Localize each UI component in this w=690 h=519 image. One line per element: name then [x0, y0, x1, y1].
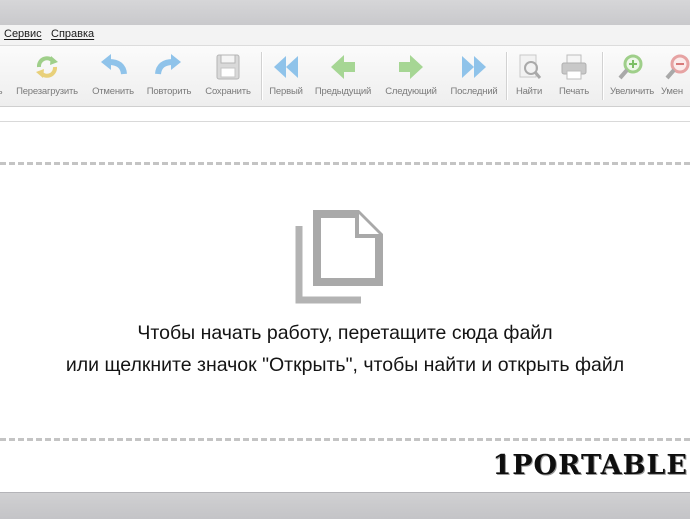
- reload-button[interactable]: Перезагрузить: [8, 46, 86, 106]
- previous-page-button[interactable]: Предыдущий: [308, 46, 378, 106]
- watermark-logo: 1PORTABLE: [492, 450, 688, 481]
- toolbar-separator: [602, 52, 604, 100]
- toolbar-label: Следующий: [385, 86, 437, 97]
- toolbar-label: Найти: [515, 86, 543, 97]
- zoom-out-button[interactable]: Умен: [659, 46, 690, 106]
- last-page-button[interactable]: Последний: [444, 46, 504, 106]
- next-page-icon: [399, 55, 423, 79]
- zoom-in-icon: [618, 54, 643, 80]
- toolbar-label: Повторить: [146, 86, 192, 97]
- toolbar-label: Первый: [269, 86, 303, 97]
- toolbar-label: Перезагрузить: [16, 86, 78, 97]
- toolbar: ь Перезагрузить Отменить Повторить Сохр: [0, 46, 690, 107]
- last-page-icon: [462, 56, 486, 78]
- drop-zone-top-border: [0, 162, 690, 165]
- toolbar-label: Отменить: [92, 86, 134, 97]
- drop-zone-bottom-border: [0, 438, 690, 441]
- first-page-icon: [274, 56, 298, 78]
- toolbar-label: ь: [0, 86, 8, 97]
- drop-zone[interactable]: Чтобы начать работу, перетащите сюда фай…: [0, 122, 690, 492]
- toolbar-bottom-strip: [0, 107, 690, 122]
- zoom-out-icon: [665, 54, 690, 80]
- reload-icon: [36, 56, 58, 78]
- redo-button[interactable]: Повторить: [140, 46, 198, 106]
- toolbar-label: Предыдущий: [314, 86, 372, 97]
- undo-button[interactable]: Отменить: [86, 46, 140, 106]
- save-button[interactable]: Сохранить: [198, 46, 258, 106]
- drop-zone-message-line2: или щелкните значок "Открыть", чтобы най…: [65, 354, 625, 376]
- menu-item-help[interactable]: Справка: [51, 28, 94, 40]
- find-button[interactable]: Найти: [509, 46, 549, 106]
- first-page-button[interactable]: Первый: [264, 46, 308, 106]
- redo-icon: [155, 54, 181, 75]
- documents-icon: [295, 210, 383, 304]
- zoom-in-button[interactable]: Увеличить: [605, 46, 659, 106]
- toolbar-separator: [261, 52, 263, 100]
- menu-item-service[interactable]: Сервис: [4, 28, 42, 40]
- previous-page-icon: [331, 55, 355, 79]
- toolbar-label: Увеличить: [609, 86, 655, 97]
- toolbar-label: Последний: [450, 86, 498, 97]
- toolbar-button-partial[interactable]: ь: [0, 46, 8, 106]
- status-bar: [0, 492, 690, 519]
- next-page-button[interactable]: Следующий: [378, 46, 444, 106]
- toolbar-label: Печать: [559, 86, 589, 97]
- save-icon: [216, 54, 240, 80]
- title-bar: [0, 0, 690, 26]
- menu-bar: Сервис Справка: [0, 25, 690, 46]
- find-icon: [519, 54, 542, 79]
- print-button[interactable]: Печать: [549, 46, 599, 106]
- toolbar-label: Умен: [661, 86, 683, 97]
- toolbar-label: Сохранить: [205, 86, 251, 97]
- drop-zone-message-line1: Чтобы начать работу, перетащите сюда фай…: [137, 322, 553, 344]
- undo-icon: [101, 54, 127, 75]
- toolbar-separator: [506, 52, 508, 100]
- print-icon: [561, 54, 587, 80]
